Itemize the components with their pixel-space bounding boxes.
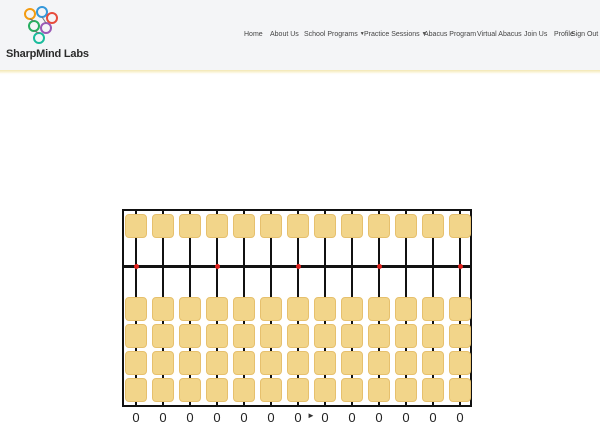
lower-bead-rod-5-1[interactable]	[233, 297, 255, 321]
unit-marker-dot	[457, 264, 463, 269]
upper-bead-rod-10[interactable]	[368, 214, 390, 238]
lower-bead-rod-12-2[interactable]	[422, 324, 444, 348]
unit-marker-dot	[133, 264, 139, 269]
lower-bead-rod-3-4[interactable]	[179, 378, 201, 402]
unit-marker-dot	[214, 264, 220, 269]
lower-bead-rod-6-2[interactable]	[260, 324, 282, 348]
lower-bead-rod-11-2[interactable]	[395, 324, 417, 348]
lower-bead-rod-1-3[interactable]	[125, 351, 147, 375]
lower-bead-rod-4-3[interactable]	[206, 351, 228, 375]
upper-bead-rod-7[interactable]	[287, 214, 309, 238]
lower-bead-rod-5-2[interactable]	[233, 324, 255, 348]
lower-bead-rod-3-2[interactable]	[179, 324, 201, 348]
lower-bead-rod-7-4[interactable]	[287, 378, 309, 402]
lower-bead-rod-4-1[interactable]	[206, 297, 228, 321]
lower-bead-rod-4-2[interactable]	[206, 324, 228, 348]
lower-bead-rod-1-2[interactable]	[125, 324, 147, 348]
lower-bead-rod-5-4[interactable]	[233, 378, 255, 402]
lower-bead-rod-8-1[interactable]	[314, 297, 336, 321]
rod-value-4: 0	[213, 410, 221, 425]
lower-bead-rod-2-1[interactable]	[152, 297, 174, 321]
rod-value-2: 0	[159, 410, 167, 425]
mouse-cursor-icon: ►	[307, 411, 315, 420]
lower-bead-rod-11-4[interactable]	[395, 378, 417, 402]
lower-bead-rod-8-4[interactable]	[314, 378, 336, 402]
lower-bead-rod-1-1[interactable]	[125, 297, 147, 321]
rod-value-1: 0	[132, 410, 140, 425]
rod-value-6: 0	[267, 410, 275, 425]
lower-bead-rod-6-3[interactable]	[260, 351, 282, 375]
unit-marker-dot	[295, 264, 301, 269]
rod-value-8: 0	[321, 410, 329, 425]
lower-bead-rod-6-4[interactable]	[260, 378, 282, 402]
rod-value-3: 0	[186, 410, 194, 425]
lower-bead-rod-8-3[interactable]	[314, 351, 336, 375]
lower-bead-rod-9-4[interactable]	[341, 378, 363, 402]
lower-bead-rod-12-1[interactable]	[422, 297, 444, 321]
upper-bead-rod-2[interactable]	[152, 214, 174, 238]
lower-bead-rod-2-2[interactable]	[152, 324, 174, 348]
upper-bead-rod-6[interactable]	[260, 214, 282, 238]
lower-bead-rod-10-2[interactable]	[368, 324, 390, 348]
upper-bead-rod-1[interactable]	[125, 214, 147, 238]
upper-bead-rod-11[interactable]	[395, 214, 417, 238]
lower-bead-rod-2-3[interactable]	[152, 351, 174, 375]
virtual-abacus: 0 0 0 0 0 0 0 0 0 0 0 0 0	[0, 0, 600, 435]
lower-bead-rod-12-4[interactable]	[422, 378, 444, 402]
lower-bead-rod-3-1[interactable]	[179, 297, 201, 321]
lower-bead-rod-7-3[interactable]	[287, 351, 309, 375]
lower-bead-rod-10-1[interactable]	[368, 297, 390, 321]
lower-bead-rod-10-3[interactable]	[368, 351, 390, 375]
lower-bead-rod-1-4[interactable]	[125, 378, 147, 402]
lower-bead-rod-5-3[interactable]	[233, 351, 255, 375]
upper-bead-rod-5[interactable]	[233, 214, 255, 238]
lower-bead-rod-7-2[interactable]	[287, 324, 309, 348]
rod-value-9: 0	[348, 410, 356, 425]
rod-value-13: 0	[456, 410, 464, 425]
lower-bead-rod-13-3[interactable]	[449, 351, 471, 375]
lower-bead-rod-13-4[interactable]	[449, 378, 471, 402]
lower-bead-rod-12-3[interactable]	[422, 351, 444, 375]
unit-marker-dot	[376, 264, 382, 269]
lower-bead-rod-10-4[interactable]	[368, 378, 390, 402]
rod-value-5: 0	[240, 410, 248, 425]
upper-bead-rod-4[interactable]	[206, 214, 228, 238]
rod-value-11: 0	[402, 410, 410, 425]
lower-bead-rod-4-4[interactable]	[206, 378, 228, 402]
rod-value-7: 0	[294, 410, 302, 425]
lower-bead-rod-11-3[interactable]	[395, 351, 417, 375]
upper-bead-rod-13[interactable]	[449, 214, 471, 238]
lower-bead-rod-7-1[interactable]	[287, 297, 309, 321]
lower-bead-rod-9-3[interactable]	[341, 351, 363, 375]
lower-bead-rod-6-1[interactable]	[260, 297, 282, 321]
lower-bead-rod-3-3[interactable]	[179, 351, 201, 375]
upper-bead-rod-9[interactable]	[341, 214, 363, 238]
lower-bead-rod-2-4[interactable]	[152, 378, 174, 402]
upper-bead-rod-12[interactable]	[422, 214, 444, 238]
upper-bead-rod-8[interactable]	[314, 214, 336, 238]
upper-bead-rod-3[interactable]	[179, 214, 201, 238]
lower-bead-rod-8-2[interactable]	[314, 324, 336, 348]
rod-value-12: 0	[429, 410, 437, 425]
lower-bead-rod-9-2[interactable]	[341, 324, 363, 348]
lower-bead-rod-13-1[interactable]	[449, 297, 471, 321]
rod-value-10: 0	[375, 410, 383, 425]
lower-bead-rod-13-2[interactable]	[449, 324, 471, 348]
lower-bead-rod-11-1[interactable]	[395, 297, 417, 321]
lower-bead-rod-9-1[interactable]	[341, 297, 363, 321]
